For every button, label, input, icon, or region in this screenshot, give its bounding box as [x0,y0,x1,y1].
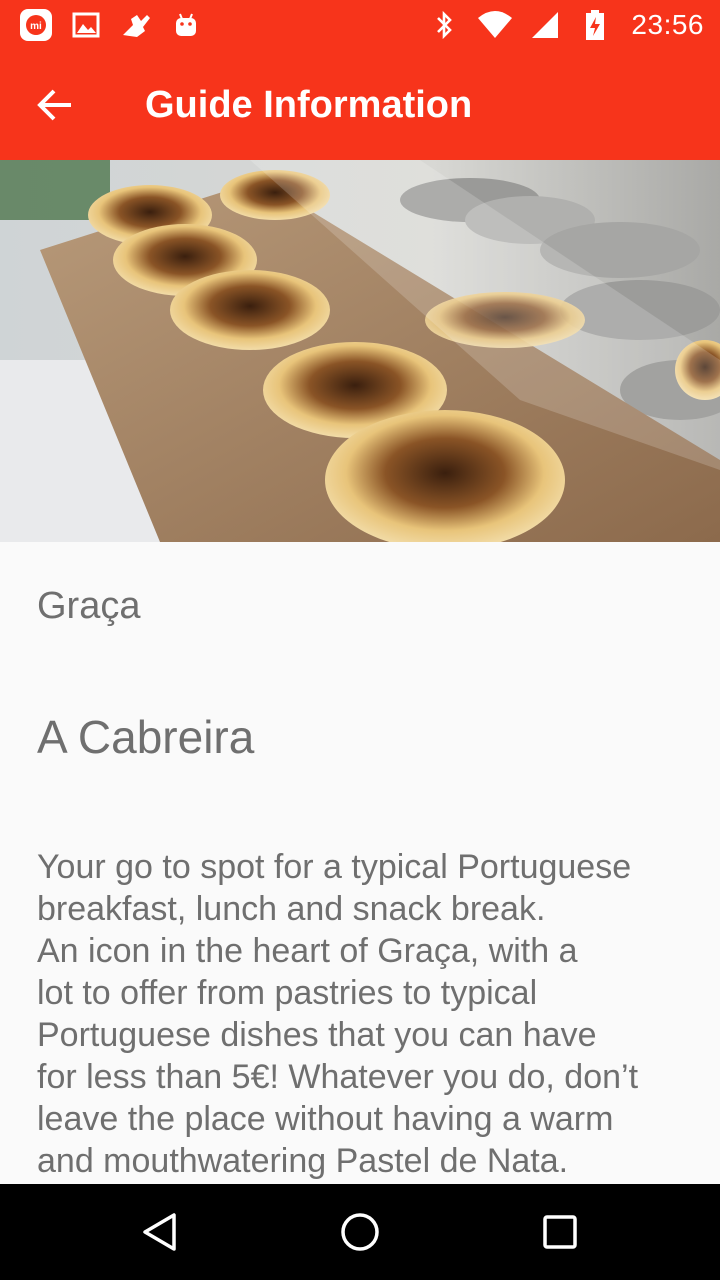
app-bar: Guide Information [0,50,720,160]
page-title: Guide Information [145,83,473,126]
battery-charging-icon [577,7,613,43]
status-time: 23:56 [631,9,704,40]
guide-description: Your go to spot for a typical Portuguese… [37,848,639,1180]
nav-back-button[interactable] [110,1184,210,1280]
guide-neighbourhood: Graça [37,585,141,627]
hand-icon [118,7,154,43]
home-circle-icon [341,1213,379,1251]
back-button[interactable] [0,50,112,160]
gallery-icon [68,7,104,43]
back-triangle-icon [143,1213,176,1251]
nav-recents-button[interactable] [510,1184,610,1280]
android-icon [168,7,204,43]
arrow-back-icon [37,89,71,121]
hero-image [0,160,720,542]
mi-app-icon: mi [18,7,54,43]
navigation-bar [0,1184,720,1280]
wifi-icon [477,7,513,43]
nav-home-button[interactable] [310,1184,410,1280]
status-bar: mi 23:56 [0,0,720,50]
svg-text:mi: mi [30,21,42,32]
signal-icon [527,7,563,43]
guide-place-name: A Cabreira [37,711,255,763]
bluetooth-icon [427,7,463,43]
recents-square-icon [543,1215,577,1249]
